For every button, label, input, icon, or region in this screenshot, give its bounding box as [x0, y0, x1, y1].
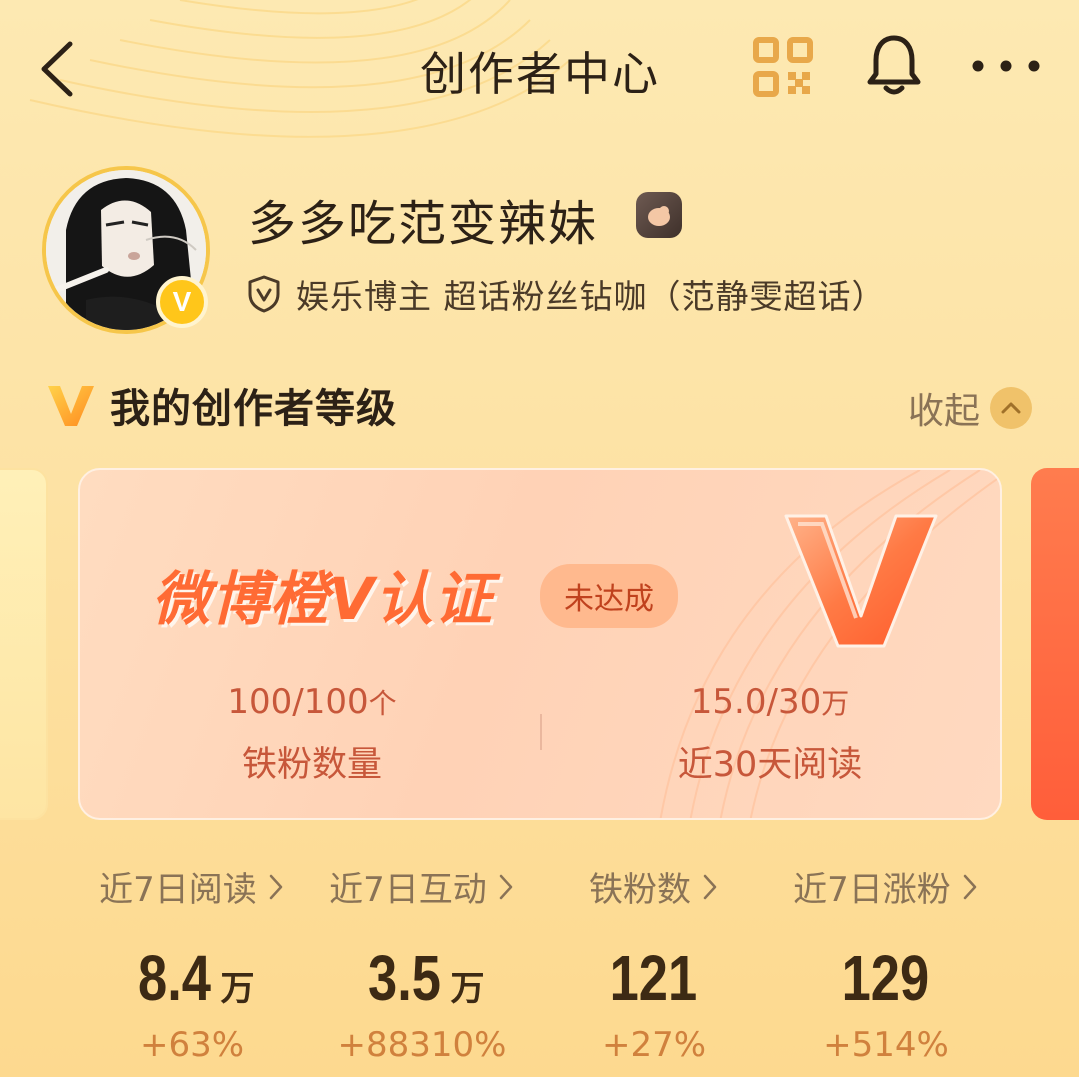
metric-change: +63%	[139, 1025, 245, 1065]
top-bar: 创作者中心	[0, 0, 1079, 140]
avatar-container[interactable]: V	[42, 166, 210, 334]
page-title: 创作者中心	[420, 47, 660, 101]
more-button[interactable]	[966, 48, 1046, 84]
reads-30d-stat: 15.0/30万 近30天阅读	[620, 682, 920, 787]
metric-7d-new-fans[interactable]: 近7日涨粉 129 +514%	[766, 862, 1006, 1065]
bell-icon	[867, 35, 921, 95]
section-title: 我的创作者等级	[110, 386, 397, 432]
verified-badge: V	[156, 276, 208, 328]
collapse-button[interactable]: 收起	[908, 382, 1033, 434]
stat-divider	[540, 714, 542, 750]
bird-icon	[648, 206, 670, 226]
certification-text: 娱乐博主 超话粉丝钻咖（范静雯超话）	[296, 277, 886, 316]
chevron-right-icon	[499, 874, 513, 899]
metric-label: 铁粉数	[589, 870, 691, 910]
large-v-icon	[784, 514, 938, 648]
user-level-badge[interactable]	[636, 192, 682, 238]
metric-unit: 万	[450, 969, 485, 1009]
metric-unit: 万	[220, 969, 255, 1009]
chevron-right-icon	[703, 874, 717, 899]
metric-change: +88310%	[337, 1025, 507, 1065]
chevron-right-icon	[269, 874, 283, 899]
previous-level-card[interactable]	[0, 468, 48, 820]
metric-label: 近7日涨粉	[793, 870, 951, 910]
collapse-label: 收起	[908, 391, 981, 432]
iron-fans-stat: 100/100个 铁粉数量	[162, 682, 462, 787]
metric-value: 3.5	[367, 942, 441, 1014]
back-button[interactable]	[30, 36, 90, 102]
metric-label: 近7日互动	[329, 870, 487, 910]
reads-30d-label: 近30天阅读	[677, 745, 863, 785]
more-icon	[972, 60, 1040, 72]
certification-row[interactable]: 娱乐博主 超话粉丝钻咖（范静雯超话）	[246, 270, 886, 318]
username[interactable]: 多多吃范变辣妹	[248, 184, 598, 254]
notification-button[interactable]	[862, 32, 926, 98]
iron-fans-label: 铁粉数量	[241, 745, 382, 785]
metric-7d-interactions[interactable]: 近7日互动 3.5 万 +88310%	[302, 862, 542, 1065]
metric-value: 129	[841, 942, 929, 1014]
metric-change: +27%	[601, 1025, 707, 1065]
reads-30d-value: 15.0/30万	[690, 682, 850, 722]
metric-change: +514%	[823, 1025, 949, 1065]
orange-v-certification-card[interactable]: 微博橙V认证 未达成 100/100个 铁粉数量 15.0/30万 近30天阅读	[78, 468, 1002, 820]
next-level-card[interactable]	[1031, 468, 1079, 820]
qr-code-icon	[753, 37, 813, 97]
back-icon	[41, 41, 73, 97]
card-status-badge: 未达成	[540, 564, 678, 628]
metric-label: 近7日阅读	[99, 870, 257, 910]
qr-code-button[interactable]	[752, 36, 814, 98]
chevron-right-icon	[963, 874, 977, 899]
iron-fans-value: 100/100个	[227, 682, 397, 722]
card-title: 微博橙V认证	[152, 565, 493, 633]
metric-7d-reads[interactable]: 近7日阅读 8.4 万 +63%	[72, 862, 312, 1065]
metric-value: 121	[609, 942, 697, 1014]
metric-iron-fans[interactable]: 铁粉数 121 +27%	[534, 862, 774, 1065]
metric-value: 8.4	[137, 942, 211, 1014]
v-logo-icon	[48, 386, 94, 426]
creator-level-heading: 我的创作者等级	[44, 376, 397, 434]
shield-icon	[248, 275, 280, 313]
chevron-up-icon	[990, 387, 1033, 429]
